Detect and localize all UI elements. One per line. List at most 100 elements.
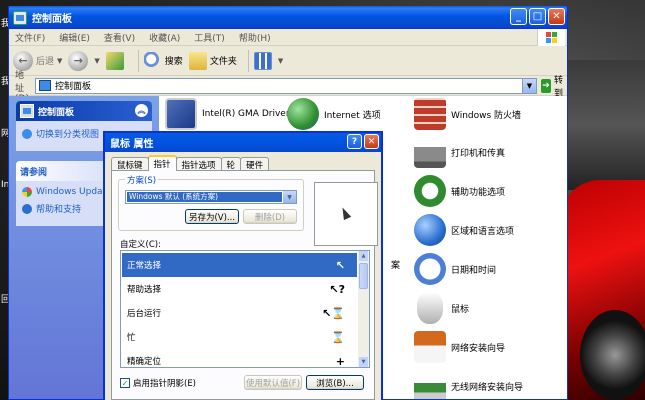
see-also-title: 请参阅 — [20, 167, 48, 178]
browse-button[interactable]: 浏览(B)... — [306, 375, 364, 390]
help-icon — [22, 203, 32, 214]
pointer-shadow-label: 启用指针阴影(E) — [133, 379, 197, 389]
cursor-preview — [314, 182, 378, 246]
windows-logo-icon — [537, 29, 565, 46]
arrow-cursor-icon: ↖ — [335, 258, 345, 272]
save-as-button[interactable]: 另存为(V)... — [185, 209, 239, 224]
chevron-down-icon[interactable]: ▼ — [94, 57, 99, 65]
list-item[interactable]: 帮助选择 ↖? — [122, 277, 357, 301]
house-icon — [414, 331, 446, 363]
tab-hardware[interactable]: 硬件 — [240, 157, 270, 171]
forward-arrow-icon: → — [68, 50, 89, 71]
close-button[interactable]: ✕ — [548, 8, 565, 25]
cursor-name: 正常选择 — [127, 261, 162, 271]
dialog-close-button[interactable]: ✕ — [364, 134, 379, 149]
cursor-list-scrollbar[interactable]: ▲ ▼ — [358, 251, 369, 367]
address-input[interactable]: 控制面板 ▼ — [34, 77, 537, 94]
up-button[interactable] — [105, 51, 127, 70]
desktop-wallpaper — [567, 60, 645, 190]
monitor-icon — [165, 98, 197, 130]
help-support-label: 帮助和支持 — [36, 205, 82, 215]
menu-bar: 文件(F) 编辑(E) 查看(V) 收藏(A) 工具(T) 帮助(H) — [9, 29, 567, 46]
menu-file[interactable]: 文件(F) — [15, 31, 45, 44]
tab-pointers[interactable]: 指针 — [147, 155, 177, 171]
menu-edit[interactable]: 编辑(E) — [59, 31, 90, 44]
list-item[interactable]: 精确定位 + — [122, 349, 357, 368]
cpl-printers-faxes[interactable]: 打印机和传真 — [414, 136, 505, 168]
scheme-select[interactable]: Windows 默认 (系统方案) ▼ — [125, 190, 297, 204]
chevron-down-icon[interactable]: ▼ — [521, 78, 536, 93]
cpl-network-setup-wizard[interactable]: 网络安装向导 — [414, 331, 505, 363]
globe-icon — [414, 214, 446, 246]
globe-icon — [287, 98, 319, 130]
cpl-windows-firewall[interactable]: Windows 防火墙 — [414, 98, 521, 130]
pointers-tab-panel: 方案(S) Windows 默认 (系统方案) ▼ 另存为(V)... 删除(D… — [111, 170, 378, 400]
category-view-icon — [22, 128, 32, 139]
help-cursor-icon: ↖? — [329, 282, 345, 296]
scroll-thumb[interactable] — [359, 263, 368, 289]
list-item[interactable]: 正常选择 ↖ — [122, 253, 357, 277]
pointer-shadow-option[interactable]: ✓ 启用指针阴影(E) — [120, 377, 196, 389]
cpl-regional-language[interactable]: 区域和语言选项 — [414, 214, 514, 246]
help-button[interactable]: ? — [347, 134, 362, 149]
use-default-button[interactable]: 使用默认值(F) — [244, 375, 302, 390]
cpl-label: 区域和语言选项 — [451, 226, 515, 237]
cpl-accessibility-options[interactable]: 辅助功能选项 — [414, 175, 505, 207]
partial-item-label[interactable]: 案 — [391, 258, 400, 271]
menu-view[interactable]: 查看(V) — [104, 31, 135, 44]
hourglass-cursor-icon: ⌛ — [331, 330, 345, 344]
folders-button[interactable]: 文件夹 — [188, 51, 237, 70]
delete-button[interactable]: 删除(D) — [243, 209, 297, 224]
cpl-mouse[interactable]: 鼠标 — [414, 292, 469, 324]
cursor-name: 精确定位 — [127, 357, 162, 367]
go-button[interactable]: ➔ 转到 — [540, 73, 567, 99]
scheme-value: Windows 默认 (系统方案) — [127, 192, 282, 202]
back-label: 后退 — [36, 57, 55, 67]
tab-pointer-options[interactable]: 指针选项 — [175, 157, 222, 171]
chevron-down-icon[interactable]: ▼ — [57, 57, 62, 65]
address-bar: 地址(D) 控制面板 ▼ ➔ 转到 — [9, 71, 567, 104]
control-panel-icon — [13, 10, 27, 25]
cpl-label: 辅助功能选项 — [451, 187, 506, 198]
control-panel-icon — [20, 104, 34, 118]
pointer-shadow-checkbox[interactable]: ✓ — [120, 378, 130, 388]
forward-button[interactable]: → ▼ — [68, 50, 100, 71]
mouse-properties-dialog: 鼠标 属性 ? ✕ 鼠标键 指针 指针选项 轮 硬件 方案(S) Windows… — [103, 131, 383, 400]
desktop-car-wheel — [580, 310, 645, 400]
printer-icon — [414, 136, 446, 168]
cpl-label: 打印机和传真 — [451, 148, 506, 159]
tab-buttons[interactable]: 鼠标键 — [111, 157, 149, 171]
cpl-internet-options[interactable]: Internet 选项 — [287, 98, 381, 130]
firewall-icon — [414, 98, 446, 130]
cpl-intel-gma-driver[interactable]: Intel(R) GMA Driver — [165, 98, 290, 130]
windows-update-label: Windows Update — [36, 187, 112, 197]
views-button[interactable]: ▼ — [253, 51, 283, 70]
scroll-down-icon[interactable]: ▼ — [359, 357, 368, 367]
accessibility-icon — [414, 175, 446, 207]
chevron-down-icon[interactable]: ▼ — [283, 191, 296, 203]
minimize-button[interactable]: _ — [510, 8, 527, 25]
search-button[interactable]: 搜索 — [143, 51, 183, 70]
cpl-date-time[interactable]: 日期和时间 — [414, 253, 496, 285]
list-item[interactable]: 忙 ⌛ — [122, 325, 357, 349]
collapse-chevron-icon[interactable]: ︽ — [135, 104, 148, 117]
chevron-down-icon[interactable]: ▼ — [278, 57, 283, 65]
address-value: 控制面板 — [54, 82, 91, 92]
maximize-button[interactable]: □ — [529, 8, 546, 25]
folder-icon — [188, 51, 207, 70]
task-box-header[interactable]: 控制面板 ︽ — [16, 101, 152, 121]
menu-tools[interactable]: 工具(T) — [194, 31, 225, 44]
menu-favorites[interactable]: 收藏(A) — [149, 31, 180, 44]
menu-help[interactable]: 帮助(H) — [239, 31, 271, 44]
dialog-titlebar[interactable]: 鼠标 属性 ? ✕ — [105, 133, 381, 152]
cpl-label: Windows 防火墙 — [451, 110, 522, 121]
cpl-label: Intel(R) GMA Driver — [202, 109, 290, 119]
cursor-list[interactable]: 正常选择 ↖ 帮助选择 ↖? 后台运行 ↖⌛ 忙 ⌛ 精确定位 + ▲ ▼ — [120, 250, 370, 368]
list-item[interactable]: 后台运行 ↖⌛ — [122, 301, 357, 325]
scroll-up-icon[interactable]: ▲ — [359, 251, 368, 261]
wireless-icon — [414, 370, 446, 399]
window-titlebar[interactable]: 控制面板 _ □ ✕ — [9, 6, 567, 29]
cpl-wireless-network-wizard[interactable]: 无线网络安装向导 — [414, 370, 523, 399]
tab-wheel[interactable]: 轮 — [220, 157, 242, 171]
window-title: 控制面板 — [32, 14, 72, 25]
